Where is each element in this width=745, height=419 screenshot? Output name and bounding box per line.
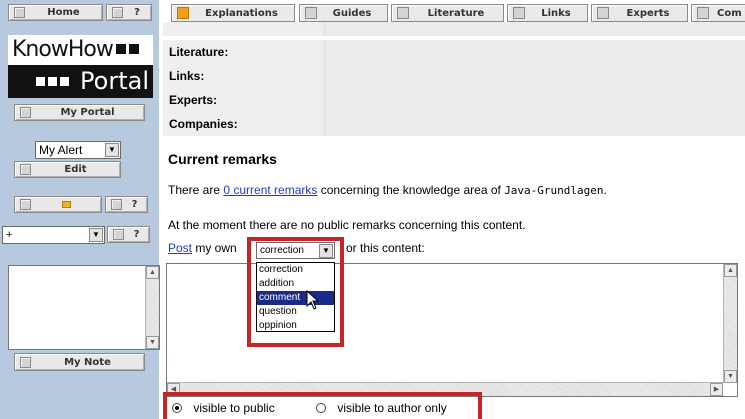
tab-links[interactable]: Links (507, 4, 588, 22)
topic-name: Java-Grundlagen (504, 184, 604, 197)
logo-text-knowhow: KnowHow (12, 37, 114, 62)
visibility-options: visible to public (172, 401, 275, 415)
scroll-up-icon[interactable]: ▲ (724, 264, 737, 277)
help-button-3[interactable]: ? (107, 226, 150, 243)
table-row: Literature: (163, 40, 745, 64)
square-icon (697, 7, 709, 19)
square-icon (113, 229, 124, 240)
row-label: Literature: (163, 40, 323, 64)
highlight-frame-dropdown (247, 237, 344, 347)
post-line-end: or this content: (346, 241, 425, 255)
scroll-up-icon[interactable]: ▲ (146, 266, 159, 279)
tab-explanations[interactable]: Explanations (171, 4, 295, 22)
table-row (163, 22, 745, 36)
my-note-button[interactable]: My Note (14, 353, 145, 371)
square-icon (397, 7, 409, 19)
chevron-down-icon[interactable]: ▼ (105, 143, 119, 157)
sidebar: Home ? KnowHow Portal My Portal My Alert… (0, 0, 160, 419)
tab-literature[interactable]: Literature (391, 4, 504, 22)
square-icon (20, 199, 31, 210)
square-icon (20, 356, 31, 368)
tab-guides[interactable]: Guides (299, 4, 388, 22)
square-icon (112, 7, 123, 18)
logo-text-portal: Portal (80, 67, 149, 95)
row-label: Experts: (163, 88, 323, 112)
knowhow-portal-logo[interactable]: KnowHow Portal (8, 35, 153, 98)
tab-companies[interactable]: Com (691, 4, 745, 22)
remarks-count-text: There are 0 current remarks concerning t… (168, 183, 607, 197)
post-link[interactable]: Post (168, 241, 192, 255)
my-portal-button[interactable]: My Portal (14, 104, 145, 121)
post-line: Post my own (168, 241, 237, 255)
radio-author-only[interactable] (316, 403, 326, 413)
active-marker-icon (177, 7, 189, 19)
square-icon (111, 199, 122, 210)
plus-select[interactable]: + ▼ (2, 226, 105, 244)
help-button-2[interactable]: ? (105, 196, 148, 213)
tab-experts[interactable]: Experts (591, 4, 688, 22)
scroll-right-icon[interactable]: ▶ (710, 383, 723, 396)
square-icon (20, 107, 31, 118)
row-label: Companies: (163, 112, 323, 136)
help-button[interactable]: ? (106, 4, 152, 21)
alert-select[interactable]: My Alert ▼ (35, 141, 121, 159)
section-title: Current remarks (168, 151, 277, 167)
square-icon (20, 164, 31, 175)
scroll-down-icon[interactable]: ▼ (724, 370, 737, 383)
remark-vscrollbar[interactable]: ▲ ▼ (723, 264, 737, 383)
square-icon (597, 7, 609, 19)
note-scrollbar[interactable]: ▲ ▼ (145, 266, 159, 349)
table-row: Companies: (163, 112, 745, 136)
folder-button[interactable] (14, 196, 102, 213)
note-textarea[interactable]: ▲ ▼ (8, 265, 160, 350)
scroll-down-icon[interactable]: ▼ (146, 336, 159, 349)
table-row: Experts: (163, 88, 745, 112)
public-remarks-text: At the moment there are no public remark… (168, 218, 526, 232)
home-button[interactable]: Home (8, 4, 103, 21)
row-label: Links: (163, 64, 323, 88)
current-remarks-link[interactable]: 0 current remarks (223, 183, 317, 197)
folder-icon (31, 199, 101, 210)
visibility-option-author: visible to author only (316, 401, 447, 415)
chevron-down-icon[interactable]: ▼ (89, 228, 103, 242)
square-icon (305, 7, 317, 19)
edit-button[interactable]: Edit (14, 161, 121, 178)
radio-public[interactable] (172, 403, 182, 413)
table-row: Links: (163, 64, 745, 88)
square-icon (513, 7, 525, 19)
square-icon (14, 7, 25, 18)
